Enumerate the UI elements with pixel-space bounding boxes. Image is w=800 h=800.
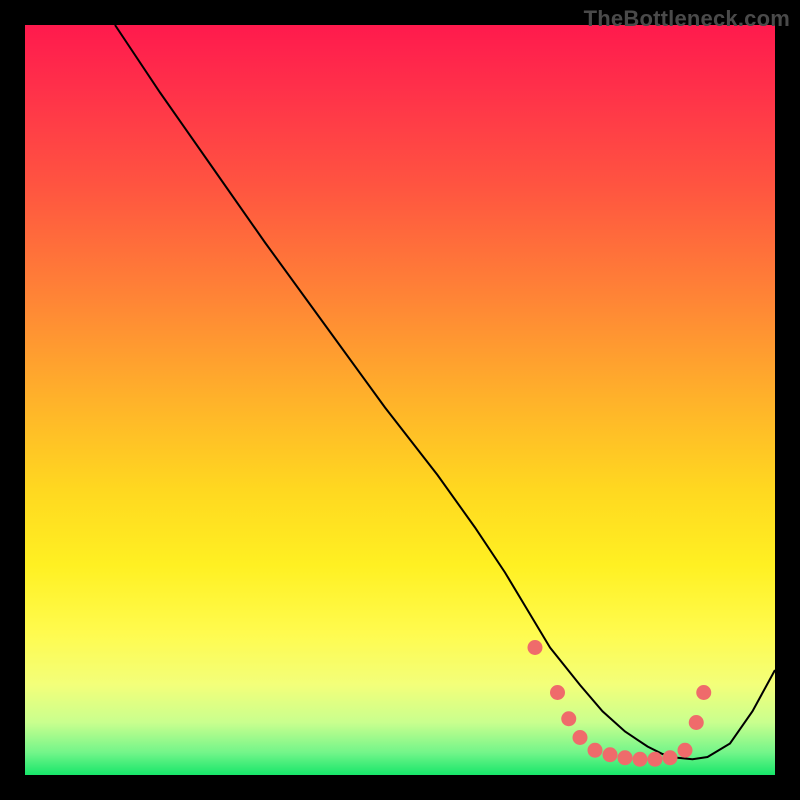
marker-dot [678,743,693,758]
marker-dot [603,747,618,762]
marker-dot [550,685,565,700]
marker-dot [633,752,648,767]
marker-dot [573,730,588,745]
marker-dot [663,750,678,765]
watermark-text: TheBottleneck.com [584,6,790,32]
marker-dot [561,711,576,726]
marker-dot [588,743,603,758]
marker-dot [528,640,543,655]
marker-dot [618,750,633,765]
chart-frame: TheBottleneck.com [0,0,800,800]
marker-dot [689,715,704,730]
plot-area [25,25,775,775]
marker-dot [648,752,663,767]
highlight-dots [25,25,775,775]
marker-dot [696,685,711,700]
